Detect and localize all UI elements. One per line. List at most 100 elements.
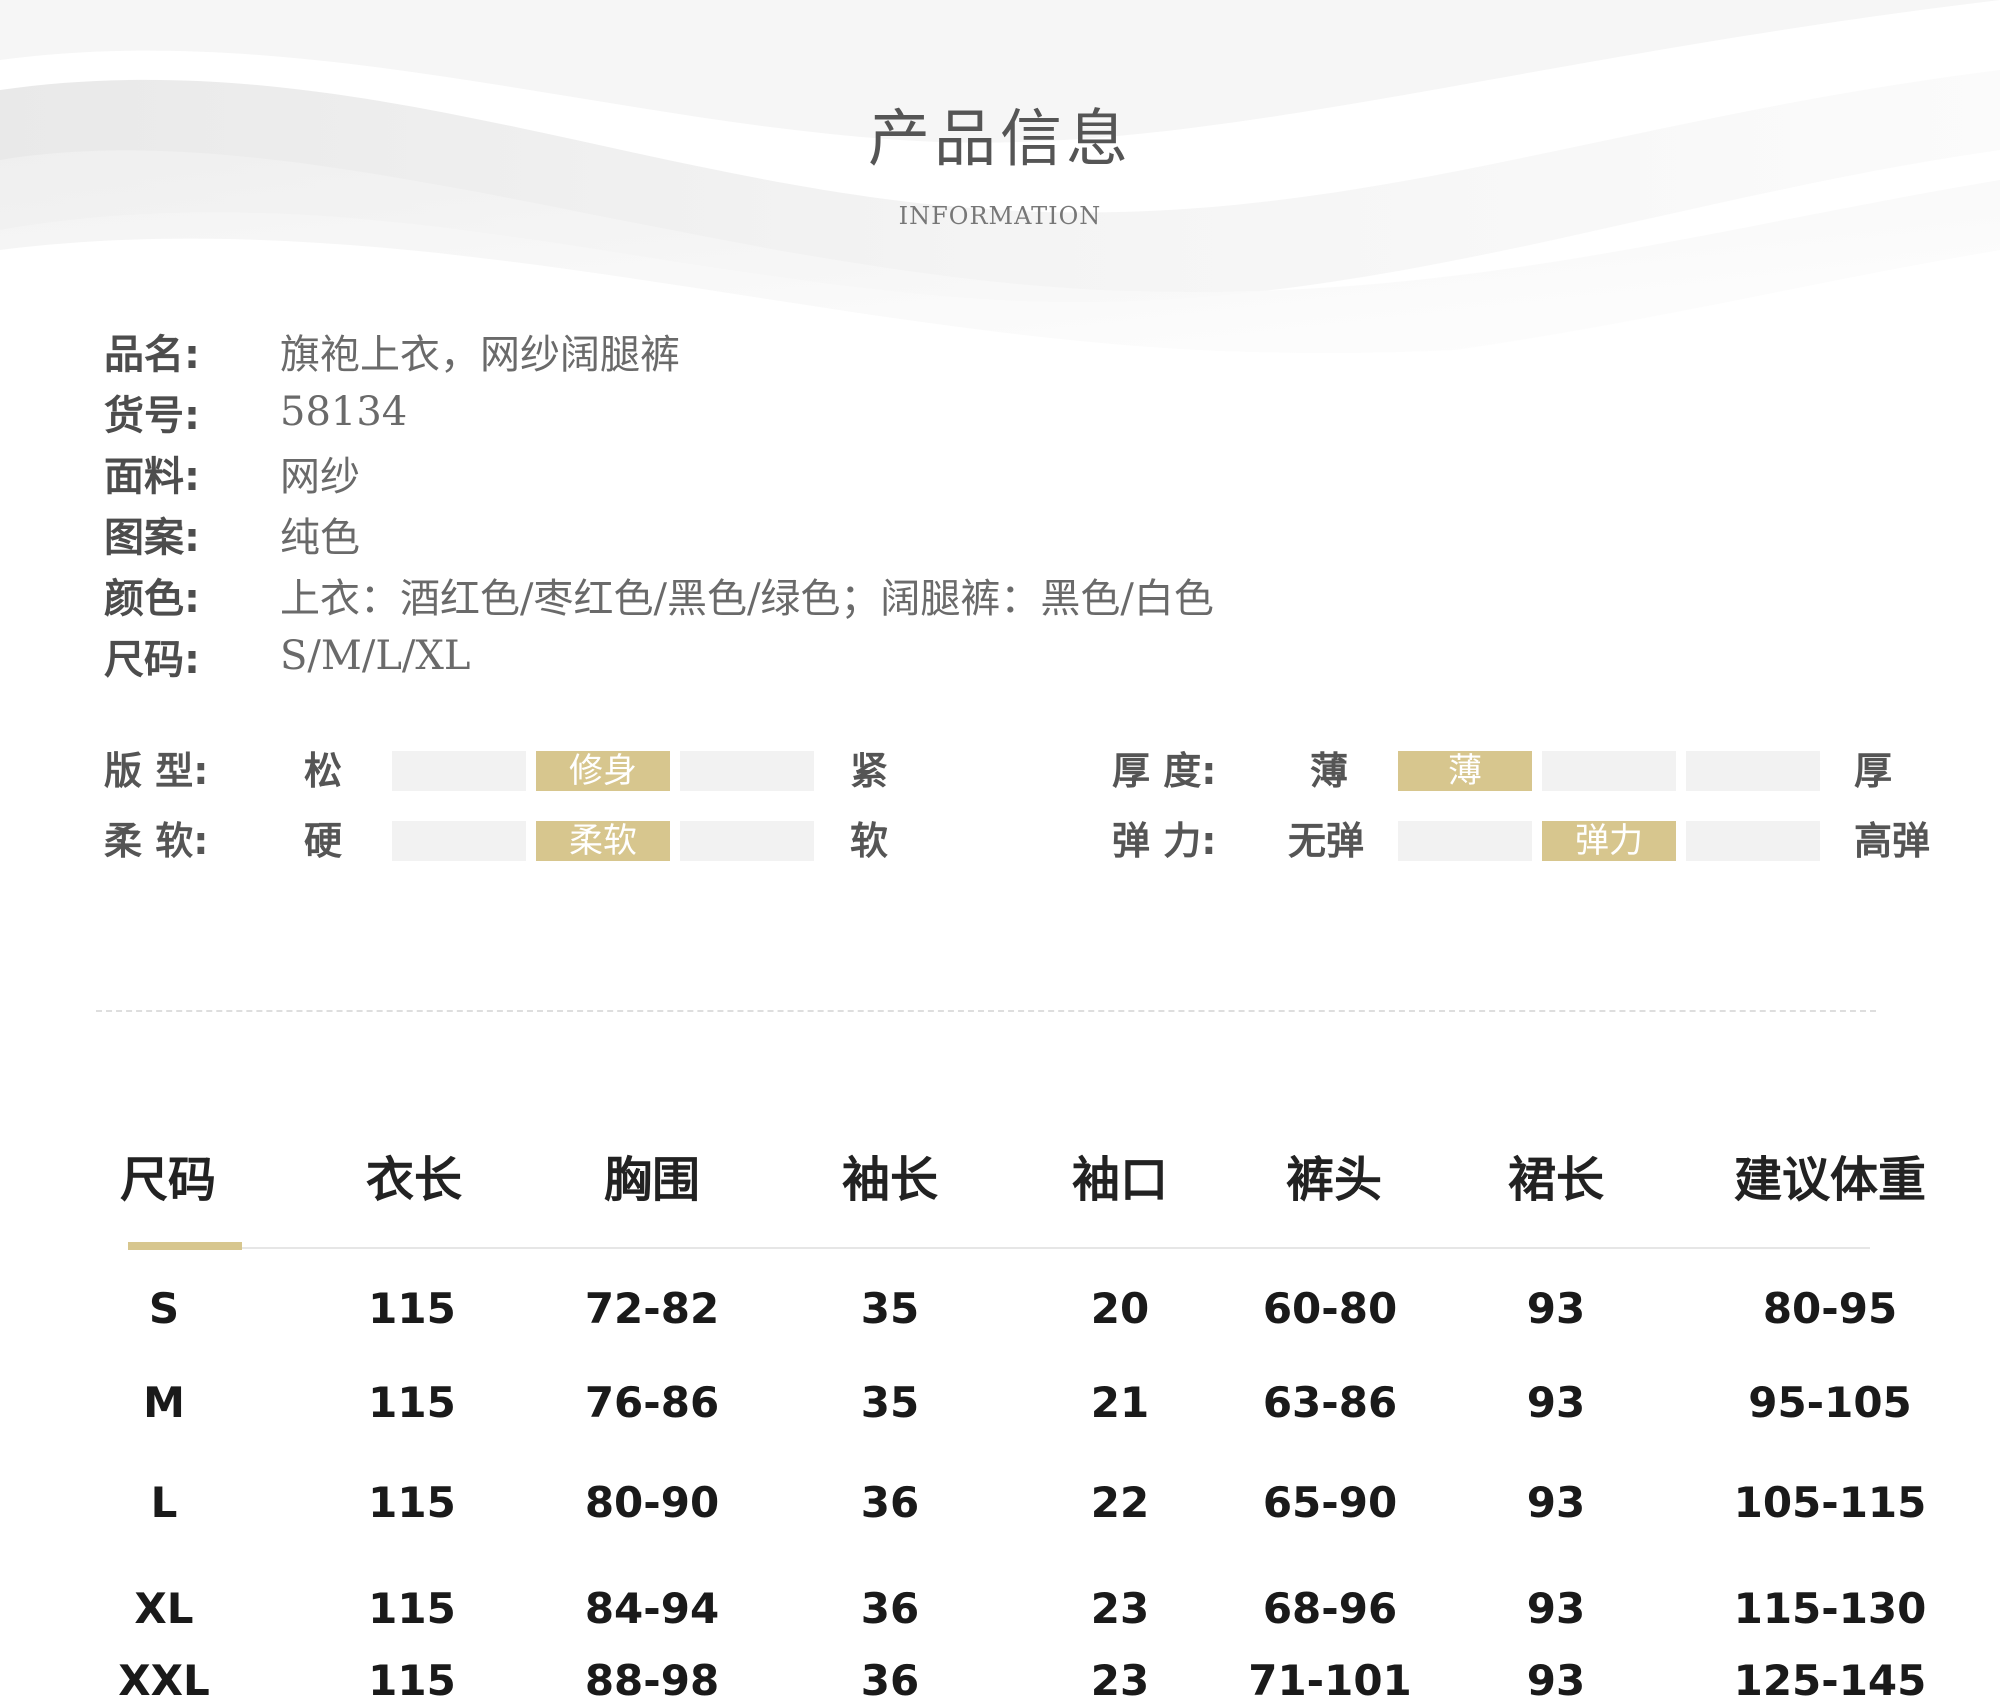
table-cell: 115 [368,1478,456,1527]
table-cell: 23 [1090,1584,1150,1633]
fit-max: 紧 [850,749,889,793]
info-value: 网纱 [280,453,360,500]
table-cell: 105-115 [1733,1478,1927,1527]
product-info-list: 品名: 旗袍上衣，网纱阔腿裤 货号: 58134 面料: 网纱 图案: 纯色 颜… [104,320,1504,686]
table-cell: 80-90 [584,1478,720,1527]
table-cell: 60-80 [1262,1284,1398,1333]
table-cell: 63-86 [1262,1378,1398,1427]
fit-min: 松 [304,749,343,793]
table-cell: L [150,1478,178,1527]
info-label: 面料: [104,453,200,500]
info-label: 图案: [104,514,200,561]
elasticity-min: 无弹 [1288,819,1365,863]
header-length: 衣长 [365,1152,463,1208]
info-value: S/M/L/XL [280,632,471,679]
info-value: 58134 [280,388,408,435]
table-row: M 115 76-86 35 21 63-86 93 95-105 [0,1378,2000,1438]
info-label: 品名: [104,331,200,378]
header-skirt-length: 裙长 [1507,1152,1605,1208]
table-cell: 93 [1526,1656,1586,1698]
table-cell: 36 [860,1584,920,1633]
fit-segment-3 [680,751,814,791]
table-cell: 93 [1526,1284,1586,1333]
table-cell: 93 [1526,1378,1586,1427]
softness-max: 软 [850,819,889,863]
softness-segment-selected: 柔软 [536,821,670,861]
table-cell: 68-96 [1262,1584,1398,1633]
header-bust: 胸围 [603,1152,701,1208]
table-cell: 95-105 [1748,1378,1912,1427]
table-cell: 72-82 [584,1284,720,1333]
page-title: 产品信息 [867,102,1132,175]
table-cell: 65-90 [1262,1478,1398,1527]
info-row-name: 品名: 旗袍上衣，网纱阔腿裤 [104,320,1504,381]
header-rule [128,1247,1870,1249]
table-cell: 80-95 [1762,1284,1898,1333]
table-cell: M [143,1378,185,1427]
table-row: XL 115 84-94 36 23 68-96 93 115-130 [0,1584,2000,1644]
table-row: S 115 72-82 35 20 60-80 93 80-95 [0,1284,2000,1344]
fit-segment-1 [392,751,526,791]
table-cell: 115 [368,1584,456,1633]
thickness-segment-3 [1686,751,1820,791]
elasticity-segment-selected: 弹力 [1542,821,1676,861]
thickness-label: 厚 度: [1112,749,1217,793]
info-label: 尺码: [104,636,200,683]
header-weight: 建议体重 [1733,1152,1927,1208]
table-cell: 84-94 [584,1584,720,1633]
table-cell: 93 [1526,1584,1586,1633]
table-cell: XXL [118,1656,210,1698]
table-cell: 76-86 [584,1378,720,1427]
info-row-pattern: 图案: 纯色 [104,503,1504,564]
table-cell: 115 [368,1284,456,1333]
softness-min: 硬 [304,819,343,863]
info-value: 纯色 [280,514,360,561]
thickness-segment-selected: 薄 [1398,751,1532,791]
info-row-size: 尺码: S/M/L/XL [104,625,1504,686]
header-size: 尺码 [119,1152,217,1208]
table-cell: 20 [1090,1284,1150,1333]
elasticity-segment-1 [1398,821,1532,861]
table-cell: 88-98 [584,1656,720,1698]
elasticity-label: 弹 力: [1112,819,1217,863]
page-subtitle: INFORMATION [898,202,1102,230]
info-label: 颜色: [104,575,200,622]
info-row-sku: 货号: 58134 [104,381,1504,442]
table-cell: 115 [368,1656,456,1698]
header-sleeve-length: 袖长 [841,1152,939,1208]
table-cell: 93 [1526,1478,1586,1527]
header-waist: 裤头 [1285,1152,1383,1208]
table-cell: 71-101 [1248,1656,1412,1698]
thickness-max: 厚 [1854,749,1893,793]
fit-segment-selected: 修身 [536,751,670,791]
table-cell: 21 [1090,1378,1150,1427]
attribute-row-top: 版 型: 松 修身 紧 厚 度: 薄 薄 厚 [0,746,2000,796]
softness-segment-3 [680,821,814,861]
table-cell: 35 [860,1284,920,1333]
table-row: XXL 115 88-98 36 23 71-101 93 125-145 [0,1656,2000,1698]
table-row: L 115 80-90 36 22 65-90 93 105-115 [0,1478,2000,1538]
header-accent-bar [128,1242,242,1250]
table-cell: 125-145 [1733,1656,1927,1698]
attribute-row-bottom: 柔 软: 硬 柔软 软 弹 力: 无弹 弹力 高弹 [0,816,2000,866]
softness-segment-1 [392,821,526,861]
info-label: 货号: [104,392,200,439]
section-divider [96,1010,1876,1012]
table-cell: 115-130 [1733,1584,1927,1633]
elasticity-max: 高弹 [1854,819,1931,863]
softness-label: 柔 软: [104,819,209,863]
thickness-min: 薄 [1310,749,1349,793]
table-cell: XL [134,1584,194,1633]
info-value: 上衣：酒红色/枣红色/黑色/绿色；阔腿裤：黑色/白色 [280,575,1214,622]
table-cell: 22 [1090,1478,1150,1527]
info-row-fabric: 面料: 网纱 [104,442,1504,503]
table-cell: 115 [368,1378,456,1427]
table-cell: 23 [1090,1656,1150,1698]
thickness-segment-2 [1542,751,1676,791]
fit-label: 版 型: [104,749,209,793]
info-value: 旗袍上衣，网纱阔腿裤 [280,331,680,378]
table-cell: 36 [860,1656,920,1698]
table-cell: S [148,1284,180,1333]
table-cell: 35 [860,1378,920,1427]
size-table-header: 尺码 衣长 胸围 袖长 袖口 裤头 裙长 建议体重 [0,1140,2000,1208]
